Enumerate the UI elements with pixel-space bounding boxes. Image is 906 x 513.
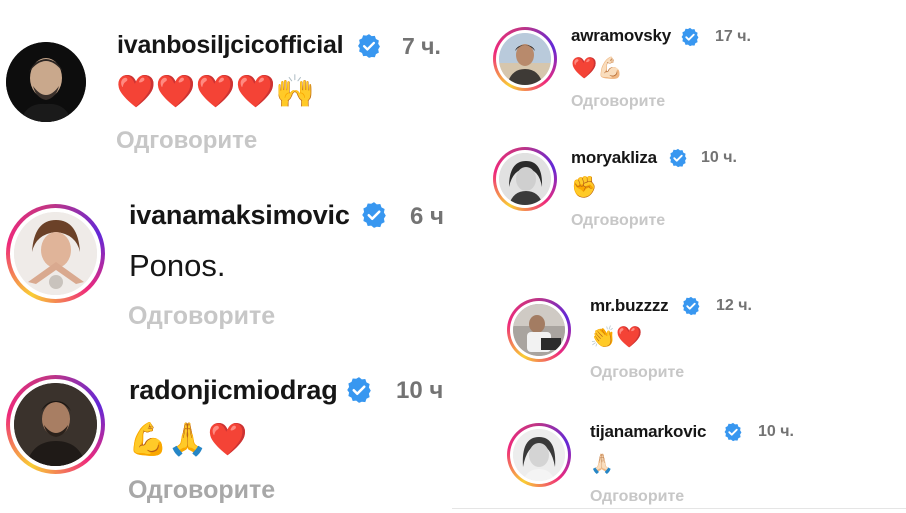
reply-button[interactable]: Одговорите	[116, 127, 257, 155]
verified-badge-icon	[360, 201, 388, 234]
username[interactable]: awramovsky	[571, 26, 671, 46]
comment-time: 10 ч.	[758, 423, 794, 440]
comment-time: 6 ч	[410, 203, 444, 230]
username[interactable]: radonjicmiodrag	[129, 375, 338, 406]
reply-button[interactable]: Одговорите	[571, 212, 665, 230]
comment-text: ❤️❤️❤️❤️🙌	[116, 73, 316, 109]
verified-badge-icon	[356, 33, 382, 64]
verified-badge-icon	[681, 296, 701, 321]
username[interactable]: mr.buzzzz	[590, 296, 669, 316]
comment-text: Ponos.	[129, 248, 226, 283]
reply-button[interactable]: Одговорите	[590, 364, 684, 382]
avatar[interactable]	[499, 153, 551, 205]
verified-badge-icon	[680, 27, 700, 52]
verified-badge-icon	[668, 148, 688, 173]
avatar[interactable]	[14, 212, 97, 295]
comment-time: 7 ч.	[402, 33, 441, 59]
avatar[interactable]	[6, 42, 86, 122]
verified-badge-icon	[723, 422, 743, 447]
reply-button[interactable]: Одговорите	[590, 488, 684, 506]
reply-button[interactable]: Одговорите	[128, 476, 275, 505]
comment-time: 17 ч.	[715, 28, 751, 45]
comment-text: 💪🙏❤️	[128, 421, 248, 457]
comment-time: 10 ч.	[701, 149, 737, 166]
comment-time: 12 ч.	[716, 297, 752, 314]
username[interactable]: ivanbosiljcicofficial	[117, 31, 344, 60]
comment-text: 👏❤️	[590, 326, 643, 349]
avatar[interactable]	[513, 304, 565, 356]
avatar[interactable]	[513, 429, 565, 481]
comment-text: ✊	[571, 176, 598, 199]
comment-time: 10 ч	[396, 377, 444, 404]
reply-button[interactable]: Одговорите	[128, 302, 275, 331]
reply-button[interactable]: Одговорите	[571, 93, 665, 111]
comment-text: ❤️💪🏻	[571, 57, 624, 80]
username[interactable]: moryakliza	[571, 148, 657, 168]
verified-badge-icon	[345, 376, 373, 409]
comment-text: 🙏🏻	[590, 454, 614, 475]
avatar[interactable]	[14, 383, 97, 466]
username[interactable]: ivanamaksimovic	[129, 200, 350, 231]
avatar[interactable]	[499, 33, 551, 85]
username[interactable]: tijanamarkovic	[590, 422, 706, 442]
divider	[452, 508, 906, 509]
